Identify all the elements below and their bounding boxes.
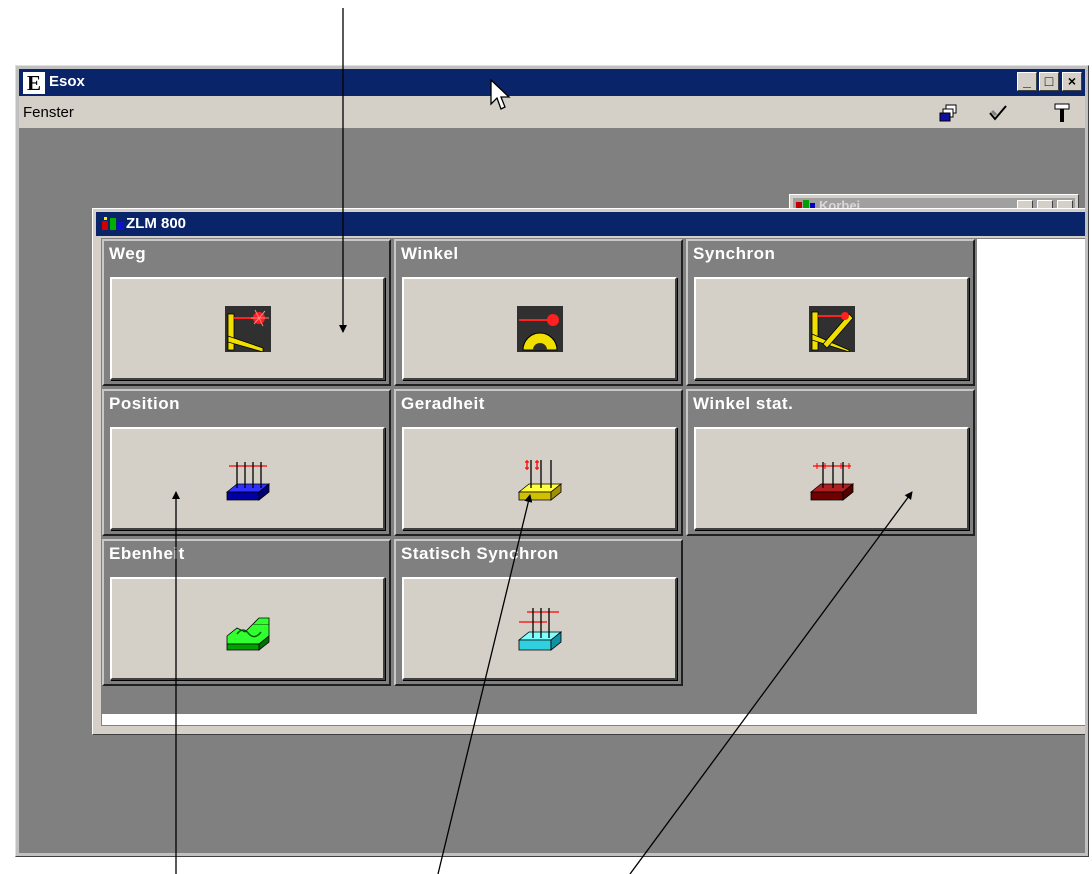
geradheit-button[interactable] (402, 427, 677, 530)
panel-label: Position (109, 394, 181, 413)
panel-statisch-synchron: Statisch Synchron (394, 539, 683, 686)
position-button[interactable] (110, 427, 385, 530)
straightness-plate-icon (517, 459, 562, 501)
app-logo-icon: E (23, 72, 45, 94)
check-wand-icon[interactable] (987, 102, 1009, 124)
app-title: Esox (49, 73, 85, 90)
laser-dual-ruler-icon (808, 305, 855, 352)
panel-label: Winkel (401, 244, 459, 263)
zlm-title-bar[interactable]: ZLM 800 (96, 212, 1085, 236)
panel-synchron: Synchron (686, 239, 975, 386)
esox-main-window: E Esox _ □ × Fenster Korbei ZLM 800 Weg … (15, 65, 1089, 857)
static-angle-plate-icon (809, 461, 854, 501)
winkel-button[interactable] (402, 277, 677, 380)
zlm-800-window: ZLM 800 Weg Winkel Synchron Position Ger… (92, 208, 1085, 735)
weg-button[interactable] (110, 277, 385, 380)
panel-label: Geradheit (401, 394, 485, 413)
panel-winkel: Winkel (394, 239, 683, 386)
zlm-title: ZLM 800 (126, 215, 187, 232)
mdi-workspace: Korbei ZLM 800 Weg Winkel Synchron Posit… (19, 128, 1085, 853)
panel-weg: Weg (102, 239, 391, 386)
zlm-client-area: Weg Winkel Synchron Position Geradheit W… (101, 238, 1085, 726)
menu-bar: Fenster (19, 96, 1085, 128)
panel-label: Ebenheit (109, 544, 185, 563)
panel-label: Winkel stat. (693, 394, 794, 413)
ebenheit-button[interactable] (110, 577, 385, 680)
maximize-button[interactable]: □ (1039, 72, 1059, 91)
mouse-cursor-icon (490, 79, 511, 110)
minimize-button[interactable]: _ (1017, 72, 1037, 91)
cascade-windows-icon[interactable] (937, 102, 959, 124)
panel-position: Position (102, 389, 391, 536)
position-plate-icon (225, 461, 270, 501)
panel-label: Statisch Synchron (401, 544, 559, 563)
zlm-app-icon (102, 217, 124, 230)
panel-ebenheit: Ebenheit (102, 539, 391, 686)
menu-fenster[interactable]: Fenster (23, 104, 74, 121)
measurement-grid: Weg Winkel Synchron Position Geradheit W… (102, 239, 977, 714)
panel-label: Synchron (693, 244, 776, 263)
winkel-stat-button[interactable] (694, 427, 969, 530)
close-button[interactable]: × (1062, 72, 1082, 91)
flatness-plate-icon (226, 617, 269, 651)
statisch-synchron-button[interactable] (402, 577, 677, 680)
synchron-button[interactable] (694, 277, 969, 380)
panel-label: Weg (109, 244, 147, 263)
static-sync-plate-icon (517, 607, 562, 651)
title-bar[interactable]: E Esox _ □ × (19, 69, 1085, 96)
wrench-icon[interactable] (1051, 102, 1073, 124)
laser-protractor-icon (516, 305, 563, 352)
panel-winkel-stat: Winkel stat. (686, 389, 975, 536)
laser-ruler-icon (224, 305, 271, 352)
panel-geradheit: Geradheit (394, 389, 683, 536)
